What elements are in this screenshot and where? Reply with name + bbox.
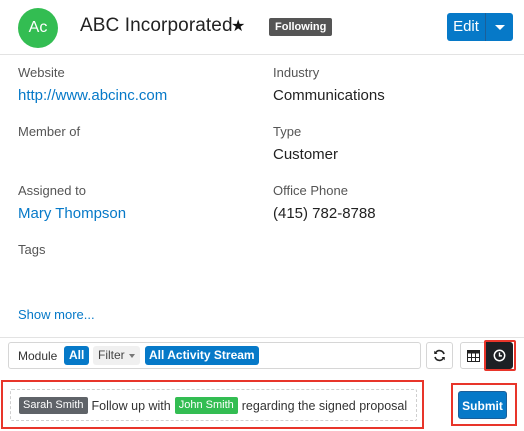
submit-button[interactable]: Submit bbox=[458, 391, 507, 419]
tags-label: Tags bbox=[18, 242, 46, 257]
office-phone-label: Office Phone bbox=[273, 183, 348, 198]
list-view-button[interactable] bbox=[460, 342, 487, 369]
refresh-icon bbox=[434, 349, 445, 362]
module-label: Module bbox=[18, 349, 58, 363]
edit-actions-dropdown[interactable] bbox=[486, 13, 513, 41]
record-header: Ac ABC Incorporated ★ Following Edit bbox=[0, 0, 524, 55]
website-label: Website bbox=[18, 65, 65, 80]
assigned-to-link[interactable]: Mary Thompson bbox=[18, 205, 126, 222]
activity-post-input[interactable]: Sarah Smith Follow up with John Smith re… bbox=[10, 389, 417, 421]
composer-content: Sarah Smith Follow up with John Smith re… bbox=[19, 397, 411, 414]
show-more-link[interactable]: Show more... bbox=[18, 307, 95, 322]
following-button[interactable]: Following bbox=[269, 18, 333, 36]
filter-dropdown[interactable]: Filter bbox=[93, 346, 140, 365]
website-link[interactable]: http://www.abcinc.com bbox=[18, 87, 167, 104]
edit-button[interactable]: Edit bbox=[447, 13, 486, 41]
star-icon[interactable]: ★ bbox=[231, 18, 245, 36]
toolbar-divider bbox=[0, 337, 524, 338]
composer-text-after: regarding the signed proposal bbox=[241, 398, 408, 413]
refresh-button[interactable] bbox=[426, 342, 453, 369]
user-mention-tag[interactable]: Sarah Smith bbox=[19, 397, 88, 414]
type-label: Type bbox=[273, 124, 302, 139]
activity-filter-bar[interactable]: Module All Filter All Activity Stream bbox=[8, 342, 421, 369]
record-name: ABC Incorporated bbox=[80, 15, 233, 36]
composer-text-before: Follow up with bbox=[91, 398, 171, 413]
industry-label: Industry bbox=[273, 65, 320, 80]
table-icon bbox=[467, 349, 480, 362]
edit-button-group: Edit bbox=[447, 13, 513, 41]
member-of-label: Member of bbox=[18, 124, 81, 139]
type-value[interactable]: Customer bbox=[273, 146, 338, 163]
activity-view-highlight bbox=[484, 340, 516, 371]
office-phone-value[interactable]: (415) 782-8788 bbox=[273, 205, 376, 222]
filter-label: Filter bbox=[98, 348, 125, 362]
module-filter-pill[interactable]: All bbox=[64, 346, 90, 365]
assigned-to-label: Assigned to bbox=[18, 183, 86, 198]
activity-stream-filter-pill[interactable]: All Activity Stream bbox=[145, 346, 259, 365]
caret-down-icon bbox=[128, 353, 135, 358]
caret-down-icon bbox=[495, 25, 505, 30]
contact-mention-tag[interactable]: John Smith bbox=[174, 397, 238, 414]
industry-value[interactable]: Communications bbox=[273, 87, 385, 104]
account-avatar: Ac bbox=[18, 8, 58, 48]
